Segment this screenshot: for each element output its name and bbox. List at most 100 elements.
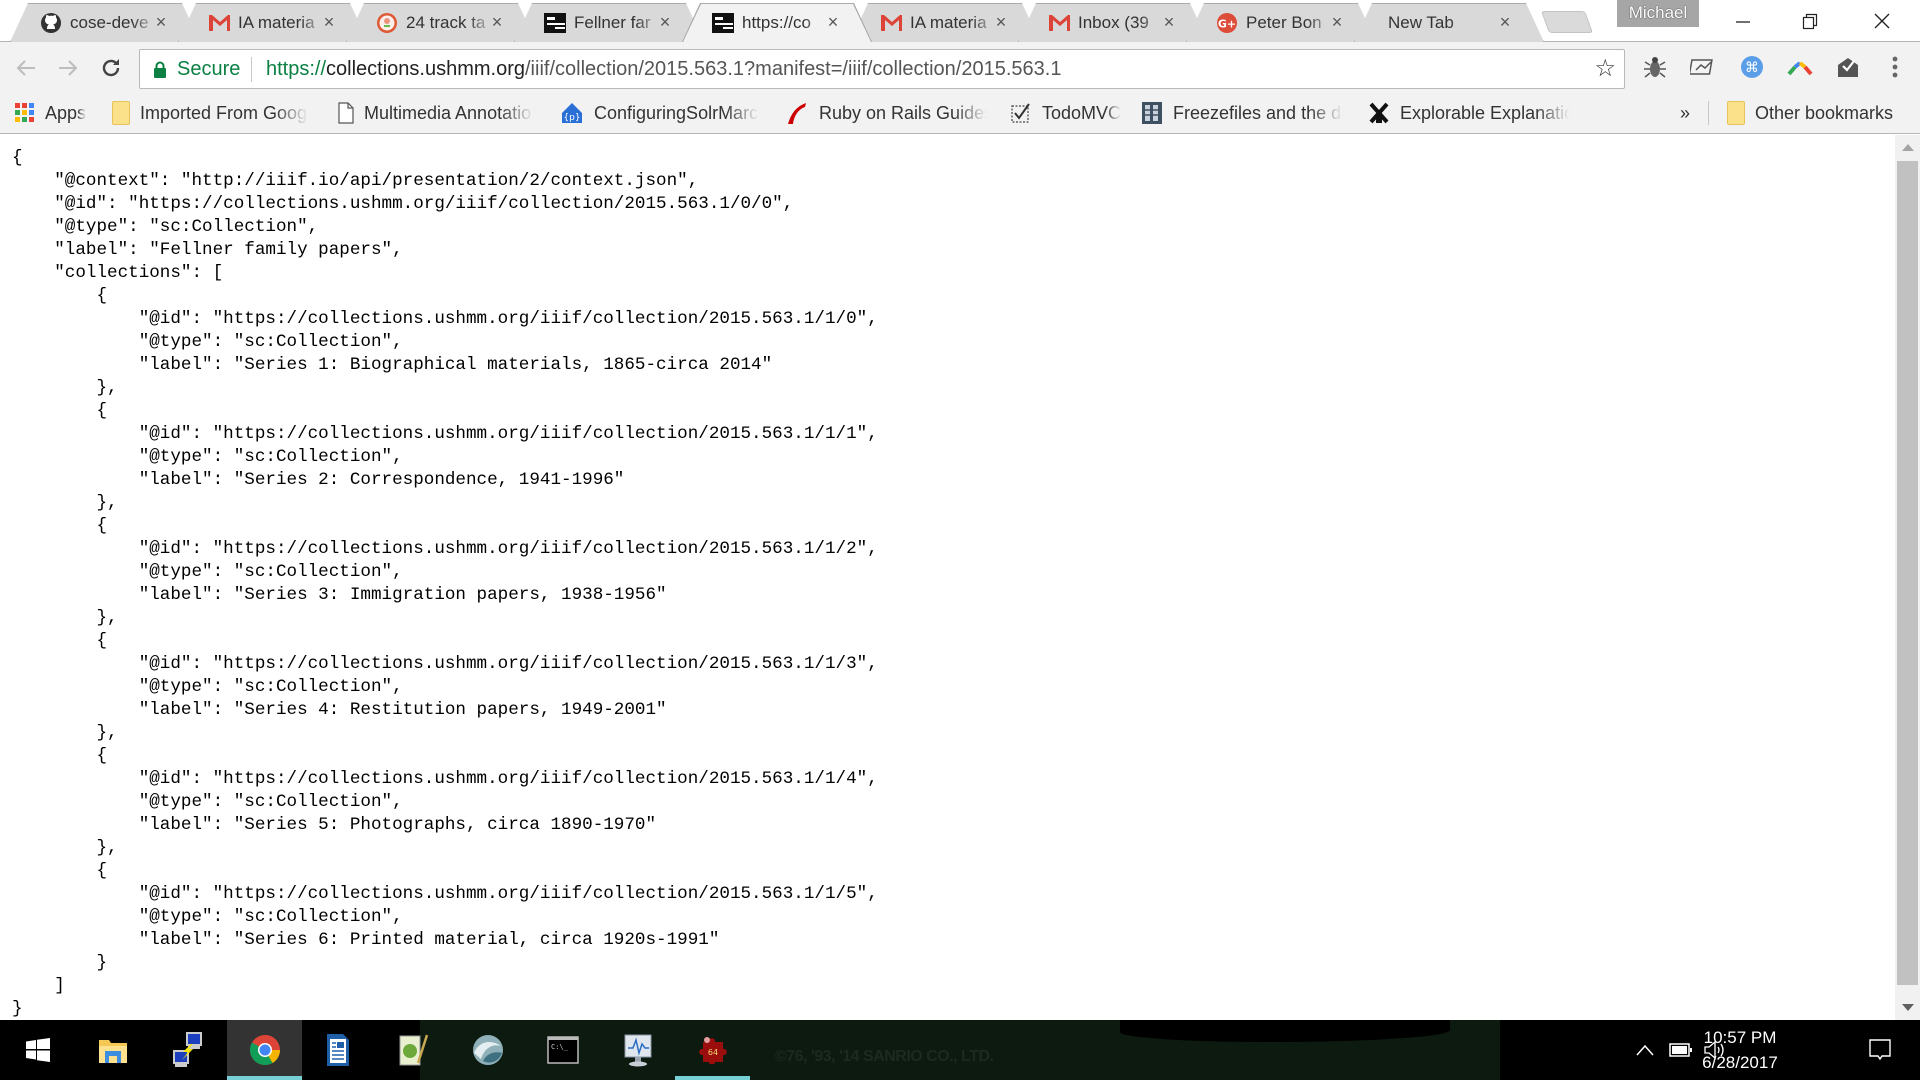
- scroll-up-button[interactable]: [1895, 137, 1920, 157]
- taskbar-notepad-plus-plus[interactable]: [375, 1020, 450, 1080]
- browser-tab[interactable]: G+ Peter Bon ×: [1186, 3, 1376, 42]
- taskbar-libreoffice-writer[interactable]: [300, 1020, 375, 1080]
- libreoffice-writer-icon: [326, 1034, 349, 1066]
- minimize-button[interactable]: [1714, 0, 1772, 42]
- url-host: collections.ushmm.org: [326, 58, 525, 80]
- bookmark-todomvc[interactable]: TodoMVC: [1010, 94, 1121, 132]
- taskbar-wave-app[interactable]: [450, 1020, 525, 1080]
- star-icon: ☆: [1594, 55, 1616, 82]
- taskbar-network-connections[interactable]: [150, 1020, 225, 1080]
- close-icon: ×: [155, 12, 167, 32]
- browser-tab[interactable]: cose-deve ×: [10, 3, 200, 42]
- tab-close-button[interactable]: ×: [656, 12, 674, 33]
- bookmark-star-button[interactable]: ☆: [1594, 54, 1616, 83]
- chrome-menu-button[interactable]: [1880, 52, 1910, 82]
- forward-button[interactable]: [52, 52, 84, 84]
- rainbow-arc-extension-icon: [1787, 61, 1813, 76]
- tab-title: IA materia: [238, 13, 315, 32]
- tab-close-button[interactable]: ×: [488, 12, 506, 33]
- tab-close-button[interactable]: ×: [1328, 12, 1346, 33]
- close-icon: ×: [491, 12, 503, 32]
- browser-tab[interactable]: Fellner far ×: [514, 3, 704, 42]
- action-center-button[interactable]: [1855, 1020, 1905, 1080]
- rails-icon: [788, 103, 806, 124]
- apps-grid-icon: [15, 103, 34, 122]
- tab-title: Fellner far: [574, 13, 651, 32]
- browser-tab[interactable]: https://co ×: [682, 3, 872, 42]
- browser-tab[interactable]: 24 track ta ×: [346, 3, 536, 42]
- security-indicator[interactable]: Secure: [153, 58, 240, 81]
- tab-title: https://co: [742, 13, 811, 32]
- tab-close-button[interactable]: ×: [824, 12, 842, 33]
- windows-taskbar: ©76, '93, '14 SANRIO CO., LTD. C:\_ 64 1: [0, 1020, 1920, 1080]
- rainbow-extension-button[interactable]: [1785, 52, 1815, 82]
- system-clock[interactable]: 10:57 PM 6/28/2017: [1670, 1025, 1810, 1075]
- browser-tab[interactable]: IA materia ×: [850, 3, 1040, 42]
- address-bar[interactable]: Secure https://collections.ushmm.org/iii…: [139, 49, 1625, 89]
- url-text[interactable]: https://collections.ushmm.org/iiif/colle…: [266, 58, 1061, 81]
- tab-title: Inbox (39: [1078, 13, 1149, 32]
- wallpaper-shape: [1120, 1020, 1450, 1042]
- bookmarks-bar: Apps Imported From Goog Multimedia Annot…: [0, 94, 1920, 134]
- show-hidden-icons-button[interactable]: [1630, 1020, 1660, 1080]
- scroll-down-button[interactable]: [1895, 998, 1920, 1018]
- command-extension-icon: ⌘: [1741, 56, 1763, 78]
- page-content: { "@context": "http://iiif.io/api/presen…: [0, 135, 1895, 1020]
- tab-close-button[interactable]: ×: [1496, 12, 1514, 33]
- tab-close-button[interactable]: ×: [992, 12, 1010, 33]
- bookmark-imported-folder[interactable]: Imported From Goog: [112, 94, 308, 132]
- bookmark-other-bookmarks[interactable]: Other bookmarks: [1727, 94, 1893, 132]
- reload-button[interactable]: [95, 52, 127, 84]
- omnibox-separator: [251, 57, 252, 82]
- performance-monitor-icon: [624, 1034, 651, 1067]
- bookmark-ruby-on-rails[interactable]: Ruby on Rails Guides: [785, 94, 987, 132]
- command-extension-button[interactable]: ⌘: [1737, 52, 1767, 82]
- back-button[interactable]: [10, 52, 42, 84]
- taskbar-jigsaw-64[interactable]: 64: [675, 1020, 750, 1080]
- tab-title: New Tab: [1388, 13, 1454, 32]
- clock-date: 6/28/2017: [1702, 1053, 1778, 1072]
- restore-button[interactable]: [1781, 0, 1839, 42]
- folder-icon: [112, 101, 130, 125]
- scrollbar-thumb[interactable]: [1897, 161, 1918, 985]
- svg-text:64: 64: [707, 1048, 717, 1057]
- wave-app-icon: [472, 1035, 503, 1065]
- running-indicator: [227, 1076, 302, 1080]
- browser-tab[interactable]: Inbox (39 ×: [1018, 3, 1208, 42]
- bookmark-apps[interactable]: Apps: [15, 94, 86, 132]
- taskbar-chrome[interactable]: [227, 1020, 302, 1080]
- chart-extension-button[interactable]: [1688, 52, 1718, 82]
- windows-logo-icon: [25, 1038, 50, 1062]
- bookmark-multimedia-annotation[interactable]: Multimedia Annotatio: [338, 94, 534, 132]
- chevron-up-icon: [1636, 1044, 1654, 1056]
- bookmark-explorable-explanations[interactable]: Explorable Explanatio: [1368, 94, 1570, 132]
- taskbar-performance-monitor[interactable]: [600, 1020, 675, 1080]
- browser-tab[interactable]: IA materia ×: [178, 3, 368, 42]
- mail-check-extension-button[interactable]: [1833, 52, 1863, 82]
- lock-icon: [154, 61, 166, 78]
- profile-button[interactable]: Michael: [1617, 0, 1699, 27]
- taskbar-command-prompt[interactable]: C:\_: [525, 1020, 600, 1080]
- bookmark-configuringsolrmarc[interactable]: {p} ConfiguringSolrMarc: [560, 94, 759, 132]
- house-icon: {p}: [562, 103, 582, 123]
- start-button[interactable]: [0, 1020, 75, 1080]
- vertical-scrollbar[interactable]: [1895, 135, 1920, 1020]
- notepad-plus-plus-icon: [399, 1034, 428, 1066]
- browser-tab[interactable]: New Tab ×: [1354, 3, 1544, 42]
- close-icon: ×: [1499, 12, 1511, 32]
- gmail-icon: [1048, 12, 1070, 34]
- bookmarks-overflow-button[interactable]: »: [1680, 94, 1690, 132]
- tab-close-button[interactable]: ×: [152, 12, 170, 33]
- windmill-icon: [1369, 102, 1389, 124]
- bookmark-freezefiles[interactable]: Freezefiles and the da: [1141, 94, 1343, 132]
- tab-close-button[interactable]: ×: [320, 12, 338, 33]
- taskbar-file-explorer[interactable]: [75, 1020, 150, 1080]
- duckduckgo-icon: [376, 12, 398, 34]
- mail-check-extension-icon: [1838, 58, 1858, 77]
- new-tab-button[interactable]: [1540, 11, 1594, 33]
- restore-icon: [1802, 13, 1818, 30]
- bug-extension-button[interactable]: [1640, 52, 1670, 82]
- tab-close-button[interactable]: ×: [1160, 12, 1178, 33]
- close-window-button[interactable]: [1853, 0, 1911, 42]
- json-document: { "@context": "http://iiif.io/api/presen…: [12, 148, 878, 1019]
